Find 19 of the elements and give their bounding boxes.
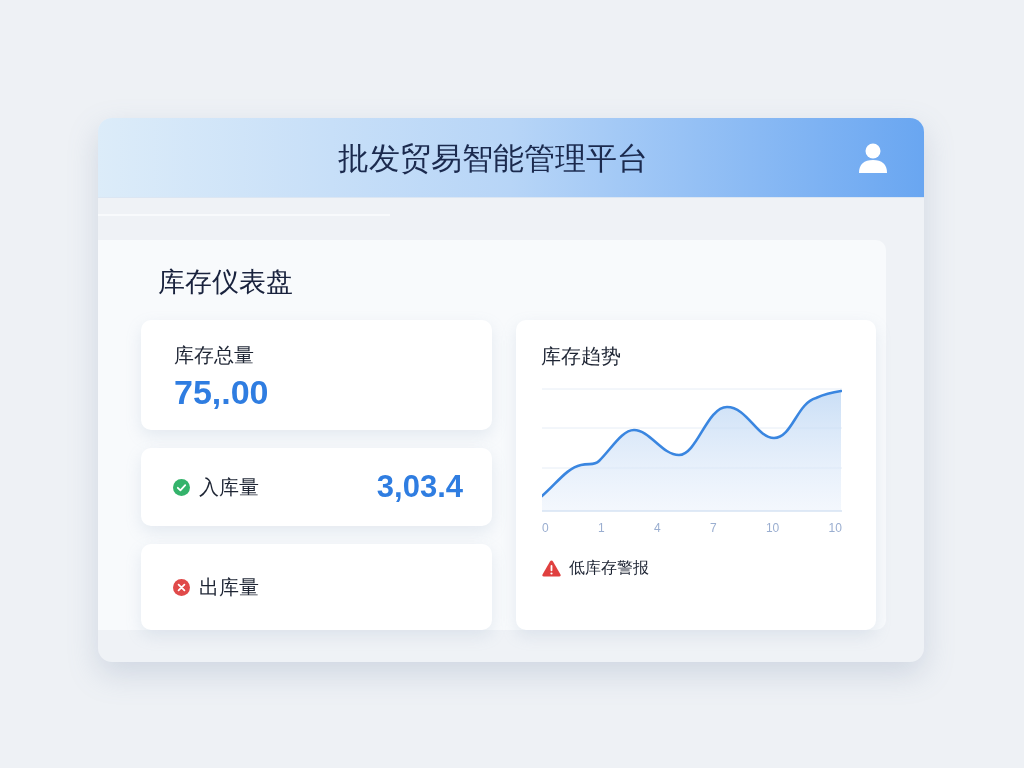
stat-label: 库存总量 [174, 342, 254, 368]
alert-text: 低库存警报 [569, 557, 649, 579]
dashboard-heading: 库存仪表盘 [158, 265, 293, 299]
axis-label: 10 [828, 520, 842, 536]
axis-label: 1 [598, 520, 605, 536]
stat-value: 3,03.4 [376, 468, 463, 506]
axis-label: 0 [542, 520, 549, 536]
check-circle-icon [173, 478, 190, 496]
axis-label: 7 [709, 520, 717, 536]
cross-circle-icon [173, 578, 190, 596]
chart-title: 库存趋势 [541, 343, 621, 369]
app-title: 批发贸易智能管理平台 [338, 138, 648, 177]
warning-icon [542, 559, 561, 577]
stat-label: 入库量 [199, 474, 259, 500]
axis-label: 4 [653, 520, 661, 536]
stat-value: 75,.00 [174, 372, 269, 412]
stat-label: 出库量 [199, 574, 259, 600]
axis-label: 10 [765, 520, 780, 536]
user-icon[interactable] [859, 142, 887, 173]
